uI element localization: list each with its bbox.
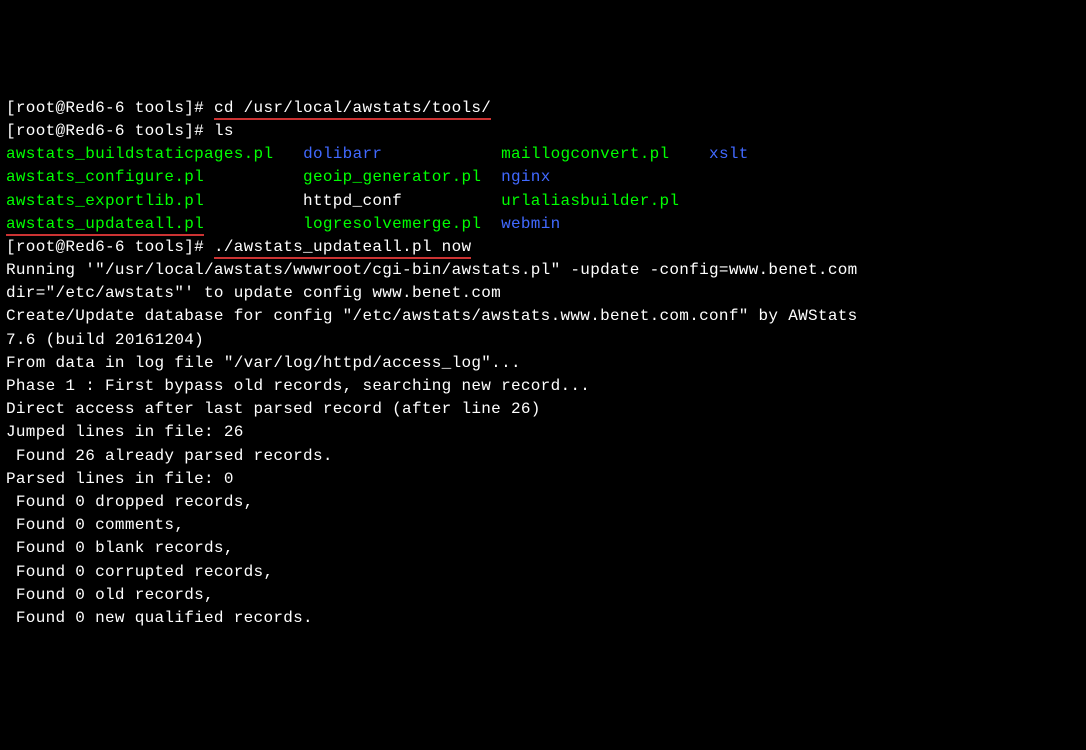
output-line: Found 26 already parsed records. xyxy=(6,447,333,465)
output-line: Found 0 new qualified records. xyxy=(6,609,313,627)
output-line: Phase 1 : First bypass old records, sear… xyxy=(6,377,590,395)
ls-file: awstats_exportlib.pl xyxy=(6,192,204,210)
output-line: Create/Update database for config "/etc/… xyxy=(6,307,858,325)
ls-dir: nginx xyxy=(501,168,551,186)
ls-file: awstats_updateall.pl xyxy=(6,215,204,236)
output-line: dir="/etc/awstats"' to update config www… xyxy=(6,284,501,302)
output-line: Parsed lines in file: 0 xyxy=(6,470,234,488)
ls-file: maillogconvert.pl xyxy=(501,145,669,163)
ls-file: logresolvemerge.pl xyxy=(303,215,481,233)
prompt: [root@Red6-6 tools]# xyxy=(6,99,214,117)
command-cd: cd /usr/local/awstats/tools/ xyxy=(214,99,491,120)
output-line: Found 0 blank records, xyxy=(6,539,234,557)
ls-dir: webmin xyxy=(501,215,560,233)
output-line: 7.6 (build 20161204) xyxy=(6,331,204,349)
output-line: Found 0 dropped records, xyxy=(6,493,254,511)
ls-file: urlaliasbuilder.pl xyxy=(501,192,679,210)
output-line: Running '"/usr/local/awstats/wwwroot/cgi… xyxy=(6,261,858,279)
output-line: Direct access after last parsed record (… xyxy=(6,400,541,418)
ls-file: awstats_configure.pl xyxy=(6,168,204,186)
ls-dir: dolibarr xyxy=(303,145,382,163)
command-ls: ls xyxy=(214,122,234,140)
terminal-output: [root@Red6-6 tools]# cd /usr/local/awsta… xyxy=(6,97,1080,630)
prompt: [root@Red6-6 tools]# xyxy=(6,122,214,140)
ls-file: geoip_generator.pl xyxy=(303,168,481,186)
output-line: Found 0 old records, xyxy=(6,586,214,604)
ls-file: awstats_buildstaticpages.pl xyxy=(6,145,273,163)
output-line: Found 0 comments, xyxy=(6,516,184,534)
output-line: Jumped lines in file: 26 xyxy=(6,423,244,441)
output-line: Found 0 corrupted records, xyxy=(6,563,273,581)
ls-dir: xslt xyxy=(709,145,749,163)
prompt: [root@Red6-6 tools]# xyxy=(6,238,214,256)
command-updateall: ./awstats_updateall.pl now xyxy=(214,238,471,259)
ls-file: httpd_conf xyxy=(303,192,402,210)
output-line: From data in log file "/var/log/httpd/ac… xyxy=(6,354,521,372)
